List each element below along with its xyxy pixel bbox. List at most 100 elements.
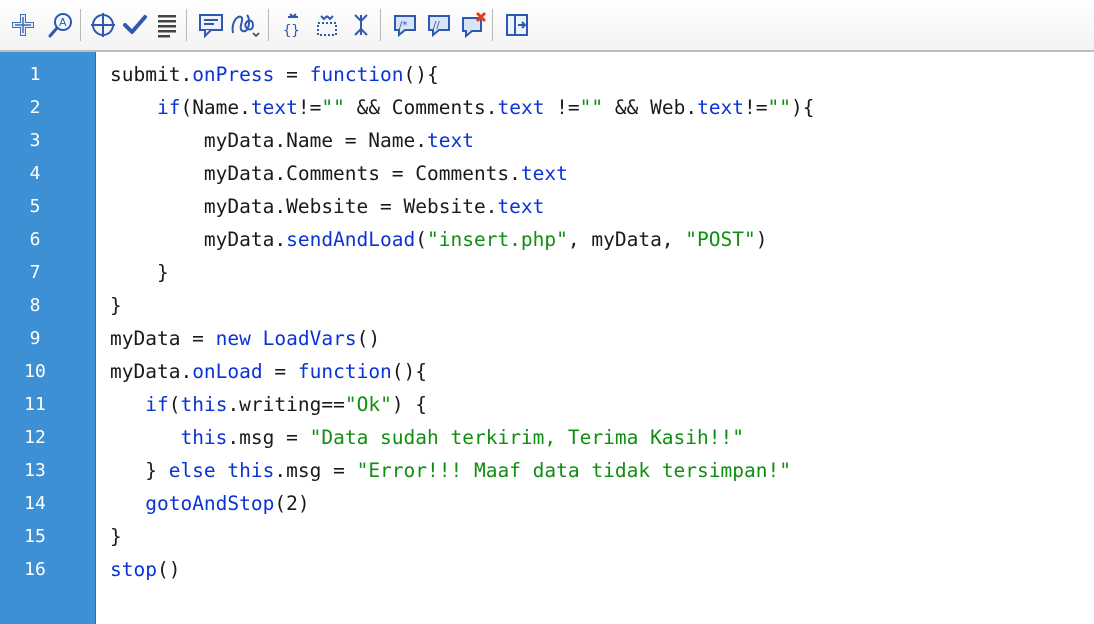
line-number: 9 xyxy=(29,328,41,349)
keyword-token: text xyxy=(497,195,545,218)
code-token: myData = xyxy=(110,327,216,350)
remove-comment-button[interactable] xyxy=(456,8,490,42)
keyword-token: function xyxy=(309,63,404,86)
code-line[interactable]: } xyxy=(110,520,122,553)
code-token: != xyxy=(297,96,322,119)
string-token: "Data sudah terkirim, Terima Kasih!!" xyxy=(309,426,744,449)
keyword-token: this xyxy=(180,426,228,449)
check-syntax-icon xyxy=(123,15,147,34)
code-token: } xyxy=(110,294,122,317)
string-token: "insert.php" xyxy=(427,228,568,251)
code-line[interactable]: myData = new LoadVars() xyxy=(110,322,380,355)
code-line[interactable]: myData.onLoad = function(){ xyxy=(110,355,427,388)
code-token: submit. xyxy=(110,63,193,86)
code-token: } xyxy=(110,261,169,284)
line-number: 12 xyxy=(24,427,46,448)
collapse-selection-button[interactable] xyxy=(310,8,344,42)
code-token: myData.Comments = Comments. xyxy=(110,162,521,185)
keyword-token: text xyxy=(697,96,745,119)
code-line[interactable]: myData.Website = Website.text xyxy=(110,190,544,223)
toolbar-separator xyxy=(380,9,381,41)
string-token: "" xyxy=(767,96,792,119)
collapse-selection-icon xyxy=(317,15,337,36)
keyword-token: onLoad xyxy=(192,360,263,383)
code-token: ) { xyxy=(391,393,428,416)
apply-line-comment-icon: // xyxy=(428,15,450,38)
line-number: 5 xyxy=(29,196,41,217)
keyword-token: else xyxy=(168,459,216,482)
auto-format-icon xyxy=(158,15,176,38)
code-token: myData. xyxy=(110,228,287,251)
code-token: } xyxy=(110,459,169,482)
keyword-token: text xyxy=(250,96,298,119)
keyword-token: text xyxy=(426,129,474,152)
svg-text://: // xyxy=(433,20,440,31)
code-line[interactable]: } else this.msg = "Error!!! Maaf data ti… xyxy=(110,454,791,487)
string-token: "Error!!! Maaf data tidak tersimpan!" xyxy=(356,459,791,482)
code-line[interactable]: } xyxy=(110,256,169,289)
code-line[interactable]: gotoAndStop(2) xyxy=(110,487,310,520)
line-number: 8 xyxy=(29,295,41,316)
find-button[interactable]: A xyxy=(44,8,78,42)
keyword-token: gotoAndStop xyxy=(145,492,275,515)
debug-options-icon xyxy=(231,14,260,38)
keyword-token: onPress xyxy=(192,63,275,86)
code-token: () xyxy=(356,327,381,350)
expand-all-button[interactable] xyxy=(344,8,378,42)
code-token: && Comments. xyxy=(344,96,498,119)
remove-comment-icon xyxy=(462,11,487,39)
code-token: != xyxy=(544,96,580,119)
line-number: 13 xyxy=(24,460,46,481)
code-token: (){ xyxy=(403,63,439,86)
debug-options-button[interactable] xyxy=(228,8,262,42)
insert-target-path-button[interactable] xyxy=(86,8,120,42)
line-number: 14 xyxy=(24,493,46,514)
code-line[interactable]: submit.onPress = function(){ xyxy=(110,58,439,91)
code-token: = xyxy=(262,360,298,383)
code-line[interactable]: myData.Comments = Comments.text xyxy=(110,157,568,190)
code-token: ( xyxy=(415,228,427,251)
code-token: myData. xyxy=(110,360,193,383)
line-number: 7 xyxy=(29,262,41,283)
auto-format-button[interactable] xyxy=(150,8,184,42)
add-statement-icon xyxy=(12,14,34,36)
code-token: != xyxy=(744,96,768,119)
code-line[interactable]: } xyxy=(110,289,122,322)
line-number: 3 xyxy=(29,130,41,151)
line-number: 1 xyxy=(29,64,41,85)
keyword-token: new xyxy=(215,327,251,350)
keyword-token: function xyxy=(297,360,392,383)
keyword-token: this xyxy=(180,393,228,416)
code-token: ){ xyxy=(791,96,815,119)
code-line[interactable]: myData.sendAndLoad("insert.php", myData,… xyxy=(110,223,768,256)
show-code-hint-button[interactable] xyxy=(194,8,228,42)
code-line[interactable]: if(this.writing=="Ok") { xyxy=(110,388,427,421)
code-token: (Name. xyxy=(180,96,251,119)
collapse-braces-button[interactable]: {} xyxy=(276,8,310,42)
code-token: .msg = xyxy=(274,459,357,482)
code-line[interactable]: this.msg = "Data sudah terkirim, Terima … xyxy=(110,421,744,454)
code-line[interactable]: stop() xyxy=(110,553,180,586)
add-statement-button[interactable] xyxy=(6,8,40,42)
code-token: } xyxy=(110,525,122,548)
line-number: 15 xyxy=(24,526,46,547)
apply-block-comment-button[interactable]: /* xyxy=(388,8,422,42)
code-token: (2) xyxy=(274,492,310,515)
apply-line-comment-button[interactable]: // xyxy=(422,8,456,42)
code-line[interactable]: myData.Name = Name.text xyxy=(110,124,474,157)
svg-text:{}: {} xyxy=(283,23,300,39)
keyword-token: this xyxy=(227,459,275,482)
code-token: ( xyxy=(168,393,181,416)
check-syntax-button[interactable] xyxy=(118,8,152,42)
keyword-token: text xyxy=(520,162,568,185)
show-hide-toolbox-button[interactable] xyxy=(500,8,534,42)
keyword-token: text xyxy=(497,96,545,119)
line-number: 2 xyxy=(29,97,41,118)
expand-all-icon xyxy=(354,14,368,36)
code-line[interactable]: if(Name.text!="" && Comments.text !="" &… xyxy=(110,91,815,124)
